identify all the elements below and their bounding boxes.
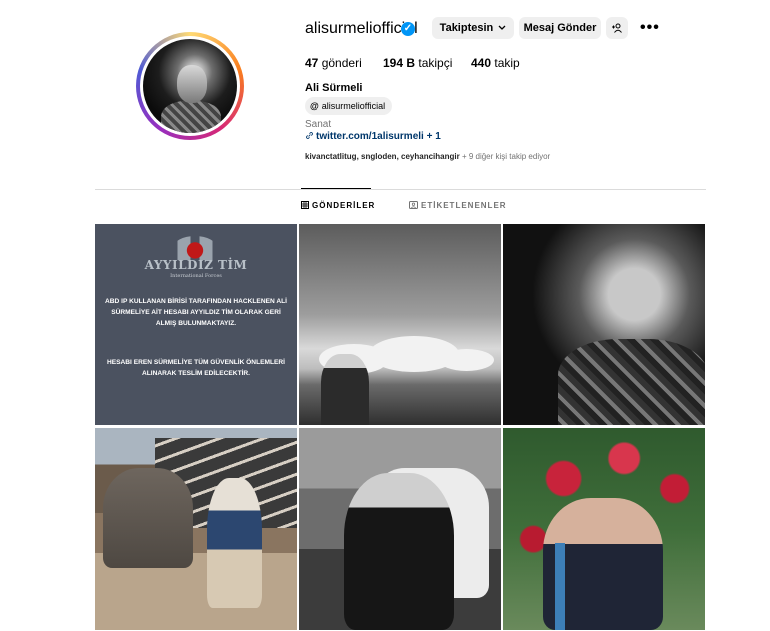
chevron-down-icon <box>498 25 506 31</box>
bio-link[interactable]: twitter.com/1alisurmeli + 1 <box>305 131 441 142</box>
tag-icon <box>409 201 418 209</box>
following-stat[interactable]: 440 takip <box>471 56 520 70</box>
add-person-button[interactable] <box>606 17 628 39</box>
profile-avatar[interactable] <box>136 32 244 140</box>
tab-posts-label: GÖNDERİLER <box>312 201 376 210</box>
crest-logo-icon <box>173 236 217 260</box>
posts-count-stat: 47 gönderi <box>305 56 362 70</box>
post-logo-text: AYYILDIZ TİM <box>144 258 248 272</box>
post-photo-person <box>207 478 262 608</box>
posts-count: 47 <box>305 56 319 70</box>
followed-by[interactable]: kivanctatlitug, sngloden, ceyhancihangir… <box>305 152 550 161</box>
post-tile-roses-selfie[interactable] <box>503 428 705 630</box>
tabs-divider <box>95 189 706 190</box>
following-button[interactable]: Takiptesin <box>432 17 514 39</box>
bio-link-extra: + 1 <box>426 131 441 142</box>
grid-icon <box>301 201 309 209</box>
post-tile-bw-portrait[interactable] <box>503 224 705 425</box>
following-label: takip <box>494 56 520 70</box>
message-button[interactable]: Mesaj Gönder <box>519 17 601 39</box>
post-photo-donkey <box>103 468 193 568</box>
active-tab-indicator <box>301 188 371 189</box>
more-options-icon[interactable]: ••• <box>640 19 660 37</box>
following-count: 440 <box>471 56 492 70</box>
post-notice-paragraph-1: ABD IP KULLANAN BİRİSİ TARAFINDAN HACKLE… <box>105 298 287 327</box>
tab-tagged-label: ETİKETLENENLER <box>421 201 507 210</box>
post-logo-subtitle: International Forces <box>170 273 222 279</box>
post-photo-shirt <box>558 339 705 425</box>
threads-icon: @ <box>310 101 319 111</box>
post-tile-sea-portrait[interactable] <box>299 224 501 425</box>
post-photo-person <box>321 354 369 425</box>
tab-posts[interactable]: GÖNDERİLER <box>301 201 375 210</box>
add-person-icon <box>612 23 622 33</box>
avatar-border <box>140 36 240 136</box>
followers-stat[interactable]: 194 B takipçi <box>383 56 452 70</box>
profile-category: Sanat <box>305 119 332 130</box>
followers-label: takipçi <box>418 56 453 70</box>
following-button-label: Takiptesin <box>439 22 494 34</box>
avatar-shirt <box>161 101 221 133</box>
post-photo-backpack-strap <box>555 543 565 630</box>
verified-badge-icon: ✓ <box>401 22 415 36</box>
followed-by-names: kivanctatlitug, sngloden, ceyhancihangir <box>305 152 460 161</box>
cloud-shape <box>439 349 494 371</box>
followers-count: 194 B <box>383 56 416 70</box>
avatar-photo <box>143 39 237 133</box>
bio-link-text: twitter.com/1alisurmeli <box>316 131 424 142</box>
profile-full-name: Ali Sürmeli <box>305 82 363 94</box>
post-tile-donkey-photo[interactable] <box>95 428 297 630</box>
posts-label: gönderi <box>321 56 362 70</box>
post-notice-paragraph-2: HESABI EREN SÜRMELİYE TÜM GÜVENLİK ÖNLEM… <box>106 359 286 377</box>
post-photo-person <box>344 473 454 630</box>
threads-badge[interactable]: @ alisurmeliofficial <box>305 97 393 115</box>
followed-by-suffix: + 9 diğer kişi takip ediyor <box>461 152 551 161</box>
post-tile-hack-notice[interactable]: AYYILDIZ TİM International Forces ABD IP… <box>95 224 297 425</box>
avatar-face <box>177 65 207 103</box>
post-tile-chair-portrait[interactable] <box>299 428 501 630</box>
link-icon <box>306 132 313 139</box>
threads-handle: alisurmeliofficial <box>321 101 386 111</box>
tab-tagged[interactable]: ETİKETLENENLER <box>409 201 507 210</box>
